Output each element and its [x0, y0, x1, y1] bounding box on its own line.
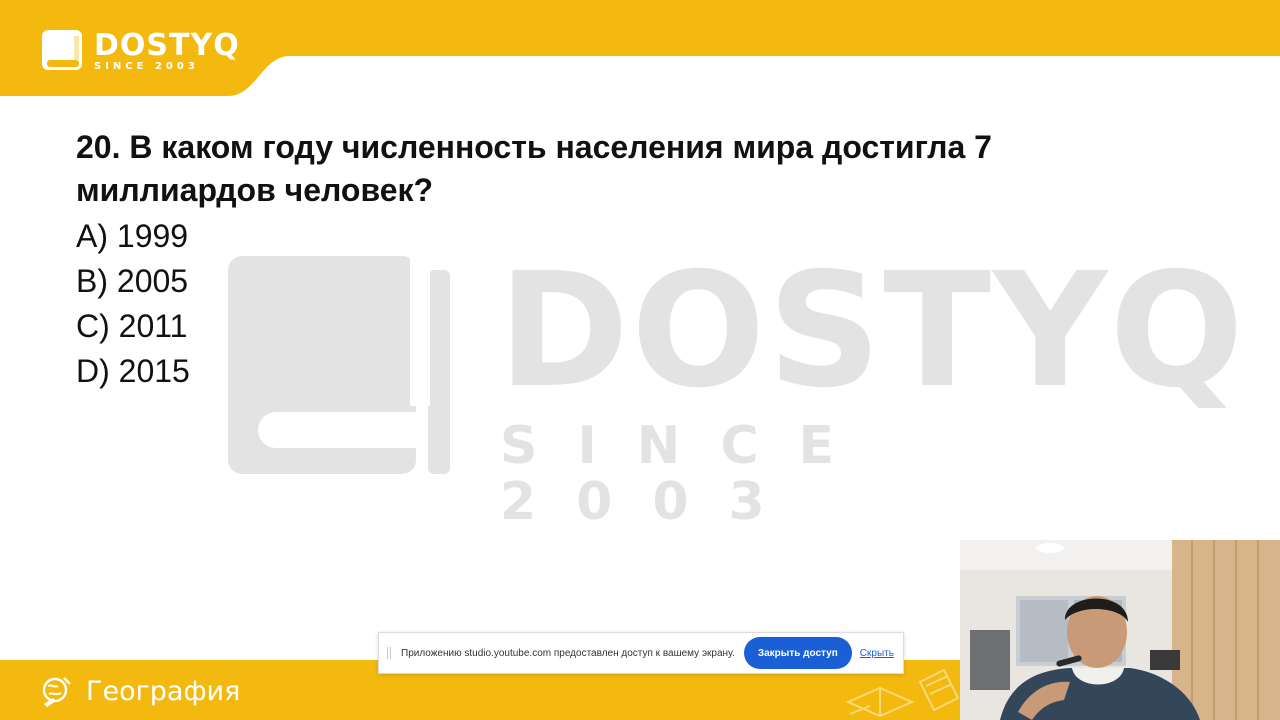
- book-icon: [42, 30, 82, 70]
- subject-label: География: [86, 675, 241, 707]
- answer-option-c: C) 2011: [76, 308, 188, 344]
- stop-sharing-button[interactable]: Закрыть доступ: [743, 637, 852, 669]
- answer-option-d: D) 2015: [76, 353, 190, 389]
- globe-pencil-icon: [42, 677, 71, 707]
- brand-name: DOSTYQ: [94, 28, 240, 63]
- answer-list: A) 1999 B) 2005 C) 2011 D) 2015: [76, 214, 190, 394]
- watermark-book-icon: [228, 256, 450, 474]
- answer-option-b: B) 2005: [76, 263, 189, 299]
- screen-share-notification: Приложению studio.youtube.com предоставл…: [378, 632, 904, 674]
- drag-handle-icon[interactable]: [387, 647, 391, 659]
- watermark-tagline: SINCE 2003: [500, 416, 875, 532]
- hide-notification-link[interactable]: Скрыть: [860, 648, 894, 659]
- screen-share-message: Приложению studio.youtube.com предоставл…: [401, 647, 735, 659]
- answer-option-a: A) 1999: [76, 218, 189, 254]
- question-text: 20. В каком году численность населения м…: [76, 129, 992, 208]
- brand-logo: DOSTYQ SINCE 2003: [40, 30, 240, 74]
- webcam-video: [960, 540, 1280, 720]
- subject-label-group: География: [40, 674, 240, 708]
- watermark-name: DOSTYQ: [498, 239, 1246, 423]
- watermark: DOSTYQ SINCE 2003: [228, 252, 1244, 530]
